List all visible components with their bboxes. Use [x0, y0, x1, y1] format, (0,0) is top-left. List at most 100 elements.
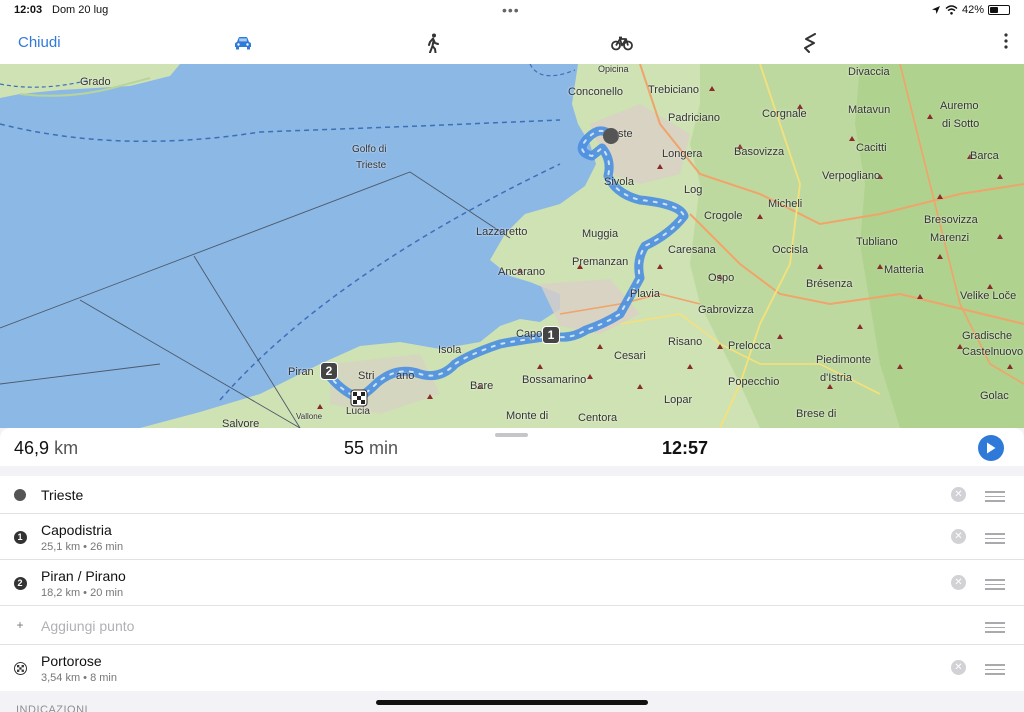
- reorder-grip-icon[interactable]: [985, 491, 1005, 502]
- map-place-label: Trebiciano: [648, 84, 699, 96]
- route-sheet: 46,9 km 55 min 12:57 Trieste ✕ 1 Capodis…: [0, 428, 1024, 712]
- map-place-label: Conconello: [568, 86, 624, 98]
- map-place-label: Barca: [970, 150, 999, 162]
- map-place-label: Velike Loče: [960, 290, 1017, 302]
- map-place-label: Piran: [288, 366, 314, 378]
- remove-waypoint-button[interactable]: ✕: [951, 487, 966, 502]
- plus-icon: +: [16, 618, 24, 632]
- map-place-label: Brésenza: [806, 278, 853, 290]
- stop-number: 2: [13, 576, 27, 590]
- route-duration-unit: min: [369, 438, 399, 458]
- reorder-grip-icon[interactable]: [985, 622, 1005, 633]
- status-indicators: 42%: [931, 4, 1010, 16]
- map-place-label: Premanzan: [572, 256, 629, 268]
- waypoint-row-finish[interactable]: Portorose 3,54 km • 8 min ✕: [0, 645, 1024, 691]
- route-duration-value: 55: [344, 438, 365, 458]
- close-icon: ✕: [954, 488, 963, 500]
- route-distance-value: 46,9: [14, 438, 50, 458]
- map-place-label: di Sotto: [942, 118, 980, 130]
- remove-waypoint-button[interactable]: ✕: [951, 660, 966, 675]
- map-place-label: Salvore: [222, 418, 260, 428]
- map-place-label: Matavun: [848, 104, 891, 116]
- home-indicator[interactable]: [376, 700, 648, 705]
- map-place-label: Lazzaretto: [476, 226, 528, 238]
- finish-flag-icon: [13, 661, 27, 675]
- map-place-label: Longera: [662, 148, 703, 160]
- start-navigation-button[interactable]: [978, 435, 1004, 461]
- map-place-label: Ospo: [708, 272, 735, 284]
- map-place-label: Occisla: [772, 244, 809, 256]
- route-finish-marker[interactable]: [350, 389, 368, 407]
- map-place-label: Divaccia: [848, 66, 890, 78]
- waypoint-subtitle: 3,54 km • 8 min: [41, 672, 117, 684]
- map-place-label: Stri: [358, 370, 375, 382]
- map-place-label: Muggia: [582, 228, 619, 240]
- play-icon: [987, 442, 996, 454]
- map-place-label: Piedimonte: [816, 354, 872, 366]
- remove-waypoint-button[interactable]: ✕: [951, 529, 966, 544]
- hiking-mode-button[interactable]: [798, 32, 822, 54]
- battery-percent: 42%: [961, 4, 984, 16]
- bike-mode-button[interactable]: [610, 32, 634, 54]
- car-icon: [235, 37, 251, 50]
- waypoint-row-1[interactable]: 1 Capodistria 25,1 km • 26 min ✕: [0, 514, 1024, 560]
- waypoint-title: Trieste: [41, 487, 84, 503]
- map-place-label: Gabrovizza: [698, 304, 754, 316]
- map-place-label: Gradische: [962, 330, 1013, 342]
- add-waypoint-label: Aggiungi punto: [41, 618, 135, 634]
- route-stop-marker-2[interactable]: 2: [320, 362, 338, 380]
- map-place-label: Lopar: [664, 394, 693, 406]
- walk-icon: [428, 33, 439, 53]
- multitasking-dots-icon[interactable]: •••: [502, 2, 520, 18]
- route-duration: 55 min: [344, 438, 398, 459]
- route-distance: 46,9 km: [14, 438, 78, 459]
- waypoint-row-2[interactable]: 2 Piran / Pirano 18,2 km • 20 min ✕: [0, 560, 1024, 606]
- waypoint-subtitle: 18,2 km • 20 min: [41, 587, 124, 599]
- map-place-label: Padriciano: [668, 112, 720, 124]
- route-stop-marker-1[interactable]: 1: [542, 326, 560, 344]
- map-place-label: Prelocca: [728, 340, 771, 352]
- map-place-label: Cacitti: [856, 142, 887, 154]
- route-start-marker[interactable]: [603, 128, 619, 144]
- map-place-label: Centora: [578, 412, 618, 424]
- status-date: Dom 20 lug: [52, 4, 109, 16]
- map-place-label: Golac: [980, 390, 1009, 402]
- reorder-grip-icon[interactable]: [985, 579, 1005, 590]
- map-place-label: Auremo: [940, 100, 979, 112]
- waypoint-subtitle: 25,1 km • 26 min: [41, 541, 124, 553]
- car-mode-button[interactable]: [231, 32, 255, 54]
- waypoint-title: Piran / Pirano: [41, 568, 126, 584]
- stop-number-icon: 2: [13, 576, 27, 590]
- stop-number: 1: [13, 530, 27, 544]
- add-waypoint-row[interactable]: + Aggiungi punto: [0, 606, 1024, 645]
- close-button[interactable]: Chiudi: [18, 34, 61, 51]
- reorder-grip-icon[interactable]: [985, 533, 1005, 544]
- map-place-label: Opicina: [598, 64, 629, 74]
- walk-mode-button[interactable]: [421, 32, 445, 54]
- map-place-label: Bare: [470, 380, 494, 392]
- wifi-icon: [945, 5, 958, 15]
- more-button[interactable]: [1004, 33, 1008, 54]
- map-place-label: Micheli: [768, 198, 803, 210]
- map-place-label: Capo: [516, 328, 543, 340]
- stop-number-icon: 1: [13, 530, 27, 544]
- map-place-label: Sivola: [604, 176, 634, 188]
- remove-waypoint-button[interactable]: ✕: [951, 575, 966, 590]
- map-place-label: Tubliano: [856, 236, 898, 248]
- sheet-drag-handle[interactable]: [495, 433, 528, 437]
- reorder-grip-icon[interactable]: [985, 664, 1005, 675]
- map-view[interactable]: Grado Golfo di Trieste Conconello Trebiciano…: [0, 64, 1024, 428]
- waypoint-title: Portorose: [41, 653, 102, 669]
- top-toolbar: Chiudi: [0, 22, 1024, 64]
- map-place-label: Crogole: [704, 210, 743, 222]
- map-place-label: Castelnuovo: [962, 346, 1024, 358]
- route-summary[interactable]: 46,9 km 55 min 12:57: [0, 428, 1024, 466]
- waypoint-row-start[interactable]: Trieste ✕: [0, 476, 1024, 514]
- close-icon: ✕: [954, 530, 963, 542]
- map-place-label: d'Istria: [820, 372, 853, 384]
- map-place-label: Grado: [80, 76, 111, 88]
- route-stop-marker-label: 1: [547, 328, 555, 342]
- battery-icon: [988, 5, 1010, 15]
- location-arrow-icon: [931, 6, 940, 14]
- map-place-label: Brese di: [796, 408, 837, 420]
